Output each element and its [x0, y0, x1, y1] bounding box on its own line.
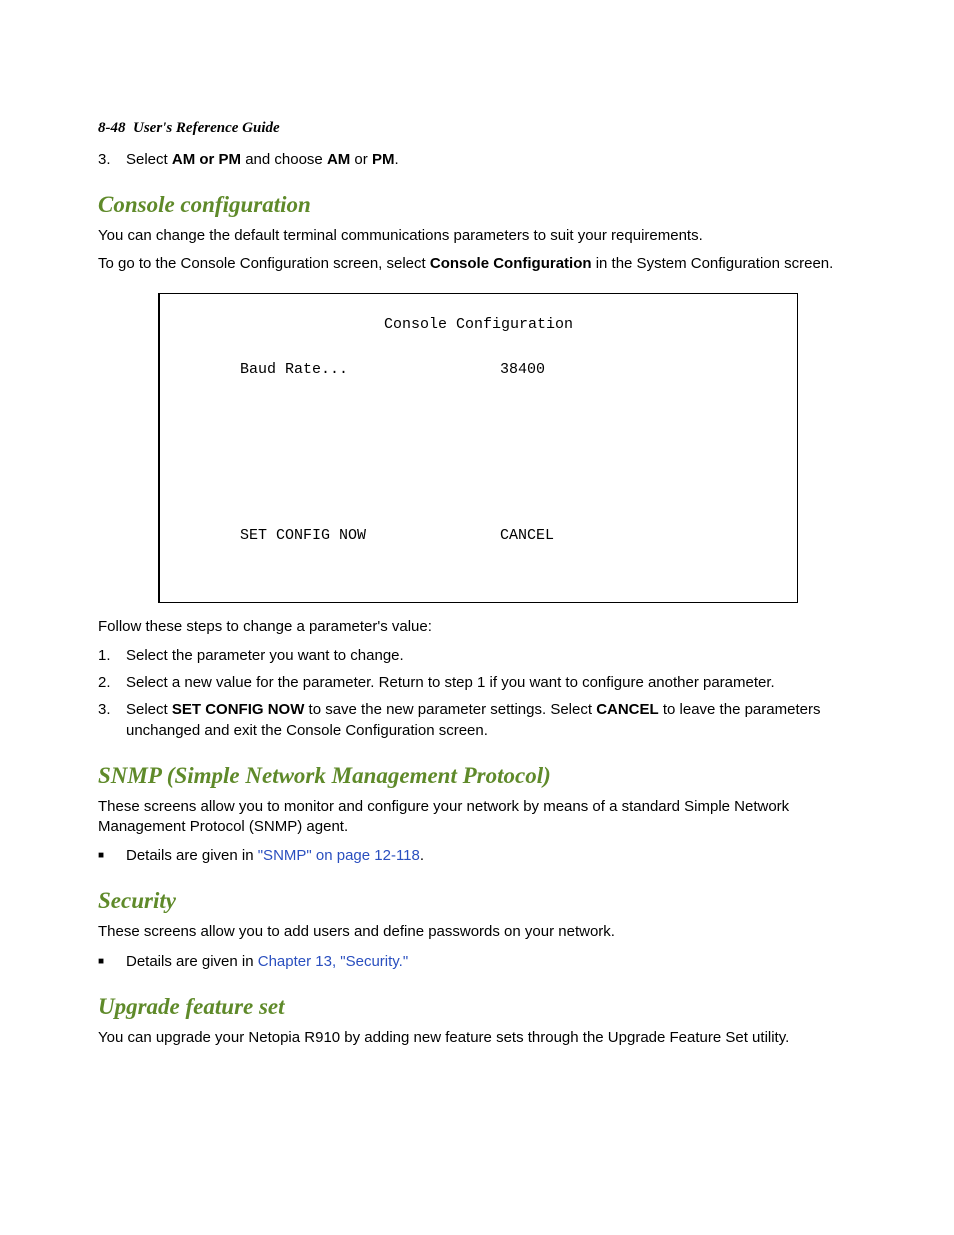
terminal-row: Baud Rate... 38400 — [190, 361, 767, 378]
running-header: 8-48 User's Reference Guide — [98, 120, 856, 137]
bullet-item: ■ Details are given in "SNMP" on page 12… — [98, 845, 856, 866]
bullet-list: ■ Details are given in Chapter 13, "Secu… — [98, 951, 856, 972]
list-text: Select a new value for the parameter. Re… — [126, 672, 856, 693]
terminal-field-label: Baud Rate... — [190, 361, 500, 378]
terminal-screenshot: Console Configuration Baud Rate... 38400… — [158, 293, 798, 603]
paragraph: Follow these steps to change a parameter… — [98, 617, 856, 637]
link-snmp-page[interactable]: "SNMP" on page 12-118 — [258, 847, 420, 864]
bullet-text: Details are given in "SNMP" on page 12-1… — [126, 845, 424, 866]
square-bullet-icon: ■ — [98, 951, 126, 972]
list-number: 3. — [98, 699, 126, 741]
terminal-cancel: CANCEL — [500, 527, 554, 544]
list-number: 1. — [98, 645, 126, 666]
list-text: Select the parameter you want to change. — [126, 645, 856, 666]
list-number: 2. — [98, 672, 126, 693]
paragraph: You can change the default terminal comm… — [98, 226, 856, 246]
list-item: 1. Select the parameter you want to chan… — [98, 645, 856, 666]
terminal-title: Console Configuration — [190, 316, 767, 333]
paragraph: These screens allow you to add users and… — [98, 922, 856, 942]
steps-ordered-list: 1. Select the parameter you want to chan… — [98, 645, 856, 741]
heading-snmp: SNMP (Simple Network Management Protocol… — [98, 763, 856, 789]
paragraph: To go to the Console Configuration scree… — [98, 254, 856, 274]
paragraph: You can upgrade your Netopia R910 by add… — [98, 1028, 856, 1048]
list-number: 3. — [98, 149, 126, 170]
list-text: Select AM or PM and choose AM or PM. — [126, 149, 856, 170]
page-number: 8-48 — [98, 120, 126, 136]
square-bullet-icon: ■ — [98, 845, 126, 866]
link-security-chapter[interactable]: Chapter 13, "Security." — [258, 953, 408, 970]
bullet-item: ■ Details are given in Chapter 13, "Secu… — [98, 951, 856, 972]
bullet-list: ■ Details are given in "SNMP" on page 12… — [98, 845, 856, 866]
list-text: Select SET CONFIG NOW to save the new pa… — [126, 699, 856, 741]
list-item: 3. Select SET CONFIG NOW to save the new… — [98, 699, 856, 741]
terminal-field-value: 38400 — [500, 361, 545, 378]
list-item: 3. Select AM or PM and choose AM or PM. — [98, 149, 856, 170]
heading-security: Security — [98, 888, 856, 914]
intro-ordered-list: 3. Select AM or PM and choose AM or PM. — [98, 149, 856, 170]
list-item: 2. Select a new value for the parameter.… — [98, 672, 856, 693]
terminal-actions: SET CONFIG NOW CANCEL — [190, 527, 767, 544]
heading-console-configuration: Console configuration — [98, 192, 856, 218]
terminal-set-config-now: SET CONFIG NOW — [190, 527, 500, 544]
guide-title: User's Reference Guide — [133, 120, 280, 136]
paragraph: These screens allow you to monitor and c… — [98, 797, 856, 838]
heading-upgrade-feature-set: Upgrade feature set — [98, 994, 856, 1020]
page: 8-48 User's Reference Guide 3. Select AM… — [0, 0, 954, 1235]
bullet-text: Details are given in Chapter 13, "Securi… — [126, 951, 408, 972]
